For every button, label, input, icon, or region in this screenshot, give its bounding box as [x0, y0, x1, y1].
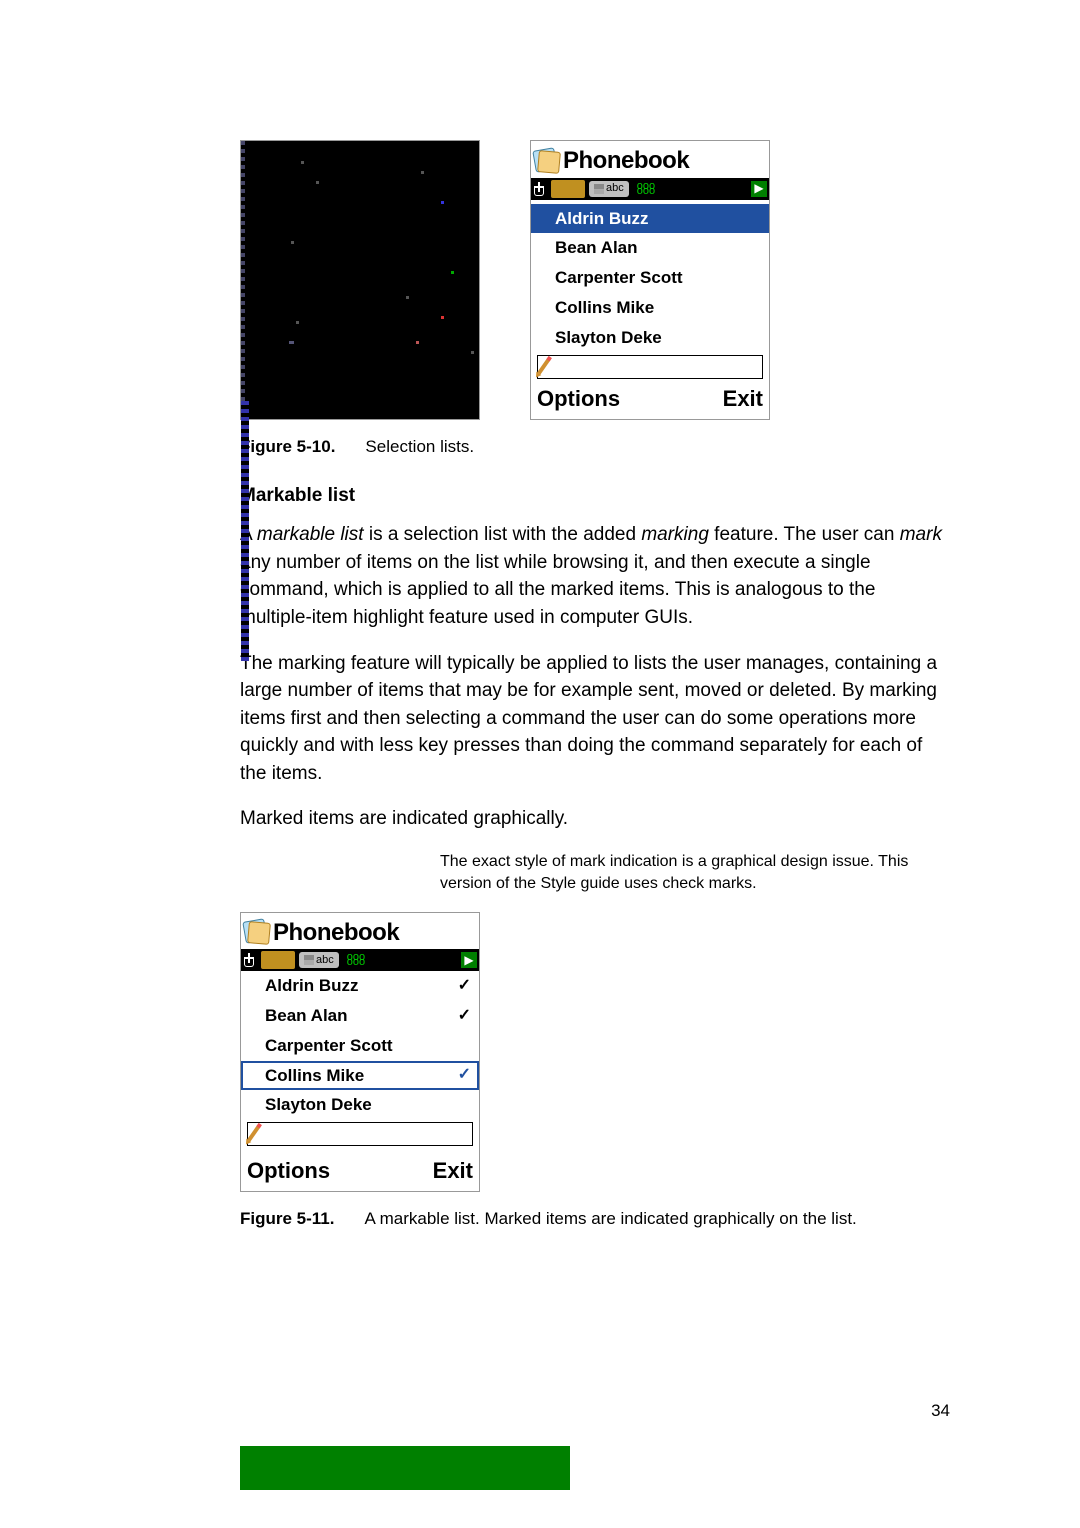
- figure-5-10-images: Phonebook abc oooooo ▶ Aldrin Buzz Bean …: [240, 140, 950, 420]
- phonebook-selection-list: Phonebook abc oooooo ▶ Aldrin Buzz Bean …: [530, 140, 770, 420]
- softkey-exit[interactable]: Exit: [723, 384, 763, 415]
- signal-icon: [533, 182, 547, 196]
- list-item[interactable]: Carpenter Scott: [531, 263, 769, 293]
- tab-arrow-right-icon[interactable]: ▶: [461, 952, 477, 968]
- list-item[interactable]: Aldrin Buzz: [531, 204, 769, 234]
- paragraph-1: A markable list is a selection list with…: [240, 521, 950, 631]
- list-item[interactable]: Bean Alan: [531, 233, 769, 263]
- softkey-options[interactable]: Options: [537, 384, 620, 415]
- list-item[interactable]: Carpenter Scott: [241, 1031, 479, 1061]
- figure-5-10-caption: Figure 5-10.Selection lists.: [240, 435, 950, 459]
- list-item[interactable]: Collins Mike ✓: [241, 1061, 479, 1091]
- figure-5-11-caption: Figure 5-11.A markable list. Marked item…: [240, 1207, 950, 1231]
- phone-title: Phonebook: [563, 144, 689, 178]
- phone-title: Phonebook: [273, 916, 399, 950]
- paragraph-2: The marking feature will typically be ap…: [240, 650, 950, 788]
- tab-grid-icon[interactable]: oooooo: [343, 954, 369, 966]
- softkey-options[interactable]: Options: [247, 1156, 330, 1187]
- tab-active[interactable]: [261, 951, 295, 969]
- softkey-exit[interactable]: Exit: [433, 1156, 473, 1187]
- search-input-row[interactable]: [537, 355, 763, 379]
- tab-abc[interactable]: abc: [589, 181, 629, 197]
- list-item[interactable]: Slayton Deke: [241, 1090, 479, 1120]
- dark-screenshot: [240, 140, 480, 420]
- paragraph-3: Marked items are indicated graphically.: [240, 805, 950, 833]
- list-item[interactable]: Collins Mike: [531, 293, 769, 323]
- check-icon: ✓: [458, 1005, 471, 1027]
- tab-abc[interactable]: abc: [299, 952, 339, 968]
- tab-active[interactable]: [551, 180, 585, 198]
- pencil-icon: [537, 357, 551, 374]
- check-icon: ✓: [458, 975, 471, 997]
- list-item[interactable]: Slayton Deke: [531, 323, 769, 353]
- phonebook-icon: [243, 919, 271, 945]
- pencil-icon: [247, 1125, 261, 1142]
- check-icon: ✓: [458, 1064, 471, 1086]
- tab-grid-icon[interactable]: oooooo: [633, 183, 659, 195]
- phone-tab-bar: abc oooooo ▶: [241, 949, 479, 971]
- tab-arrow-right-icon[interactable]: ▶: [751, 181, 767, 197]
- side-note: The exact style of mark indication is a …: [440, 851, 950, 896]
- phonebook-icon: [533, 148, 561, 174]
- signal-icon: [243, 953, 257, 967]
- page-number: 34: [931, 1399, 950, 1423]
- search-input-row[interactable]: [247, 1122, 473, 1146]
- footer-bar: [240, 1446, 570, 1490]
- list-item[interactable]: Aldrin Buzz ✓: [241, 971, 479, 1001]
- phone-tab-bar: abc oooooo ▶: [531, 178, 769, 200]
- list-item[interactable]: Bean Alan ✓: [241, 1001, 479, 1031]
- section-heading: Markable list: [240, 483, 950, 510]
- phonebook-markable-list: Phonebook abc oooooo ▶ Aldrin Buzz ✓ Bea…: [240, 912, 480, 1192]
